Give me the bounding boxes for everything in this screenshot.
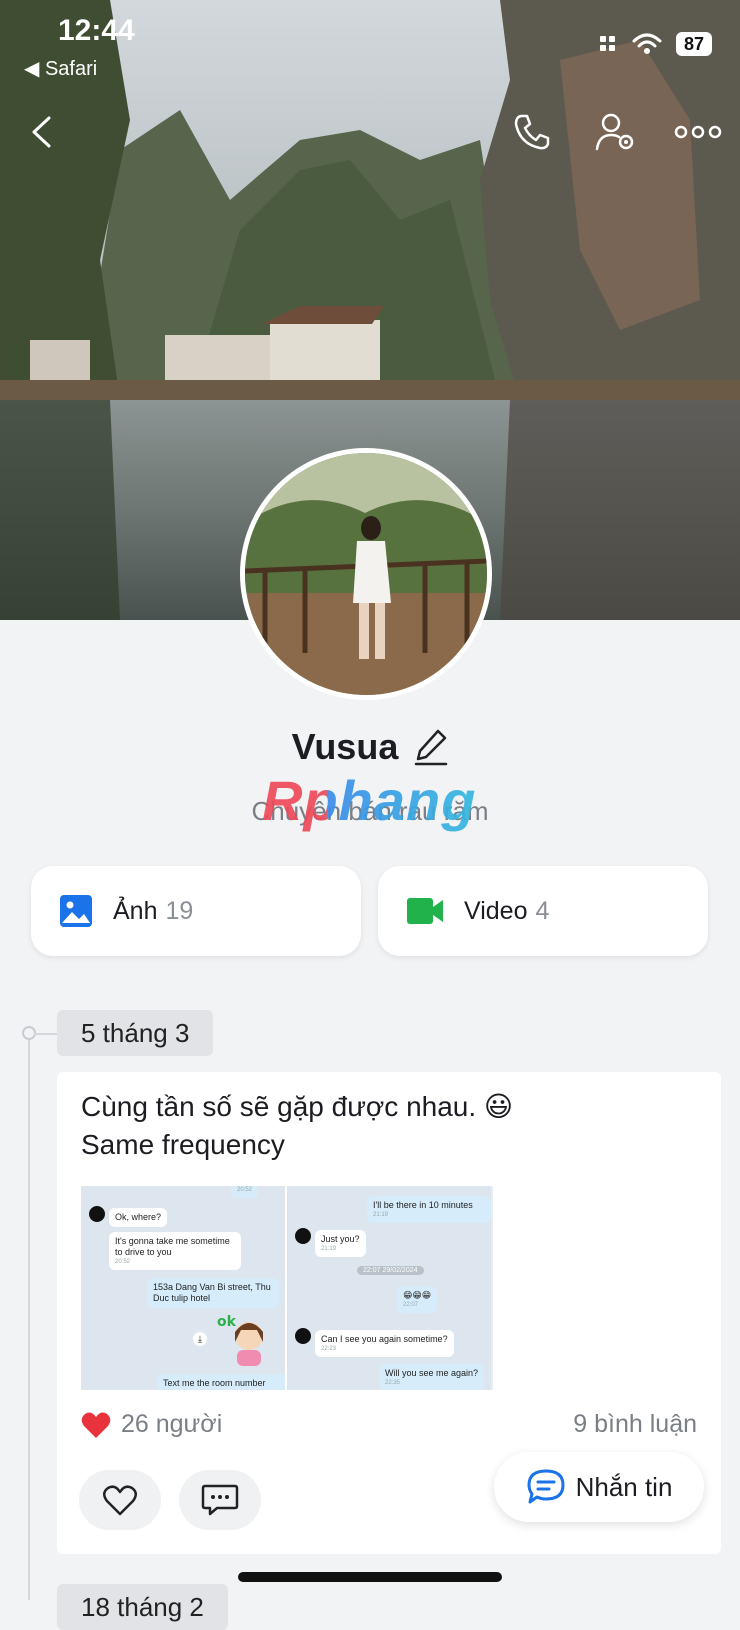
timeline-connector bbox=[34, 1033, 58, 1035]
send-message-button[interactable]: Nhắn tin bbox=[494, 1452, 704, 1522]
post-likes[interactable]: 26 người bbox=[81, 1410, 222, 1439]
wifi-icon bbox=[632, 33, 662, 54]
back-button[interactable] bbox=[16, 106, 68, 158]
svg-text:ok: ok bbox=[217, 1314, 237, 1330]
chat-screenshot-left: 20:52 Ok, where? It's gonna take me some… bbox=[81, 1186, 289, 1390]
chat-bubble: Ok, where? bbox=[109, 1208, 168, 1227]
chat-bubble: 20:52 bbox=[231, 1186, 259, 1198]
call-button[interactable] bbox=[506, 106, 558, 158]
download-icon: ⤓ bbox=[193, 1332, 207, 1346]
chat-avatar bbox=[295, 1328, 311, 1344]
chat-bubble: I'll be there in 10 minutes 21:19 bbox=[367, 1196, 491, 1223]
like-button[interactable] bbox=[79, 1470, 161, 1530]
phone-icon bbox=[514, 114, 550, 150]
chat-avatar bbox=[89, 1206, 105, 1222]
user-settings-icon bbox=[595, 113, 634, 151]
comment-button[interactable] bbox=[179, 1470, 261, 1530]
profile-avatar[interactable] bbox=[240, 448, 492, 700]
profile-settings-button[interactable] bbox=[590, 106, 642, 158]
chat-screenshot-right: I'll be there in 10 minutes 21:19 Just yo… bbox=[287, 1186, 491, 1390]
video-icon bbox=[407, 898, 443, 924]
chat-bubble: Will you see me again? 22:35 bbox=[379, 1364, 485, 1390]
videos-count: 4 bbox=[535, 896, 550, 925]
profile-name: Vusua bbox=[291, 726, 399, 767]
comment-icon bbox=[201, 1484, 239, 1516]
cellular-icon bbox=[600, 36, 615, 51]
likes-count: 26 người bbox=[121, 1410, 223, 1438]
photos-card[interactable]: Ảnh 19 bbox=[31, 866, 361, 956]
chat-bubble: 😁😁😁 22:07 bbox=[397, 1286, 438, 1313]
post-caption-line-1: Cùng tần số sẽ gặp được nhau. 😃 bbox=[81, 1091, 514, 1122]
edit-pencil-icon[interactable] bbox=[414, 728, 448, 766]
post-caption-line-2: Same frequency bbox=[81, 1129, 285, 1160]
heart-outline-icon bbox=[103, 1485, 137, 1516]
timeline-line bbox=[28, 1036, 30, 1600]
post-caption: Cùng tần số sẽ gặp được nhau. 😃 Same fre… bbox=[81, 1088, 513, 1164]
photos-count: 19 bbox=[165, 896, 194, 925]
heart-filled-icon bbox=[81, 1412, 111, 1438]
chevron-left-icon bbox=[32, 116, 51, 148]
status-indicators: 87 bbox=[598, 32, 712, 56]
status-time: 12:44 bbox=[58, 14, 135, 47]
videos-card[interactable]: Video 4 bbox=[378, 866, 708, 956]
timeline-date-next: 18 tháng 2 bbox=[57, 1584, 228, 1630]
sticker-ok-icon: ok bbox=[217, 1314, 263, 1366]
comments-count[interactable]: 9 bình luận bbox=[573, 1410, 697, 1439]
back-to-app-link[interactable]: ◀ Safari bbox=[24, 56, 97, 81]
avatar-photo bbox=[245, 453, 487, 695]
chat-bubble: Can I see you again sometime? 22:23 bbox=[315, 1330, 454, 1357]
videos-label: Video bbox=[464, 896, 528, 925]
chat-bubble-icon bbox=[527, 1469, 565, 1504]
photos-label: Ảnh bbox=[113, 896, 158, 925]
send-message-label: Nhắn tin bbox=[575, 1471, 673, 1502]
chat-bubble: Just you? 21:19 bbox=[315, 1230, 366, 1257]
profile-name-row: Vusua bbox=[0, 726, 740, 768]
chat-bubble: It's gonna take me sometime to drive to … bbox=[109, 1232, 241, 1270]
more-dots-icon bbox=[674, 125, 722, 139]
timeline-date: 5 tháng 3 bbox=[57, 1010, 214, 1056]
chat-date-separator: 22:07 29/02/2024 bbox=[357, 1266, 424, 1275]
profile-nav-bar bbox=[0, 106, 740, 158]
back-app-label: Safari bbox=[44, 58, 98, 80]
battery-level: 87 bbox=[676, 32, 712, 56]
chat-bubble: 153a Dang Van Bi street, Thu Duc tulip h… bbox=[147, 1278, 279, 1308]
watermark-logo: Rphang bbox=[262, 769, 477, 832]
chat-bubble: Text me the room number bbox=[157, 1374, 289, 1390]
more-options-button[interactable] bbox=[672, 106, 724, 158]
image-icon bbox=[60, 895, 92, 927]
post-image[interactable]: 20:52 Ok, where? It's gonna take me some… bbox=[81, 1186, 493, 1390]
chat-avatar bbox=[295, 1228, 311, 1244]
home-indicator[interactable] bbox=[238, 1572, 502, 1582]
